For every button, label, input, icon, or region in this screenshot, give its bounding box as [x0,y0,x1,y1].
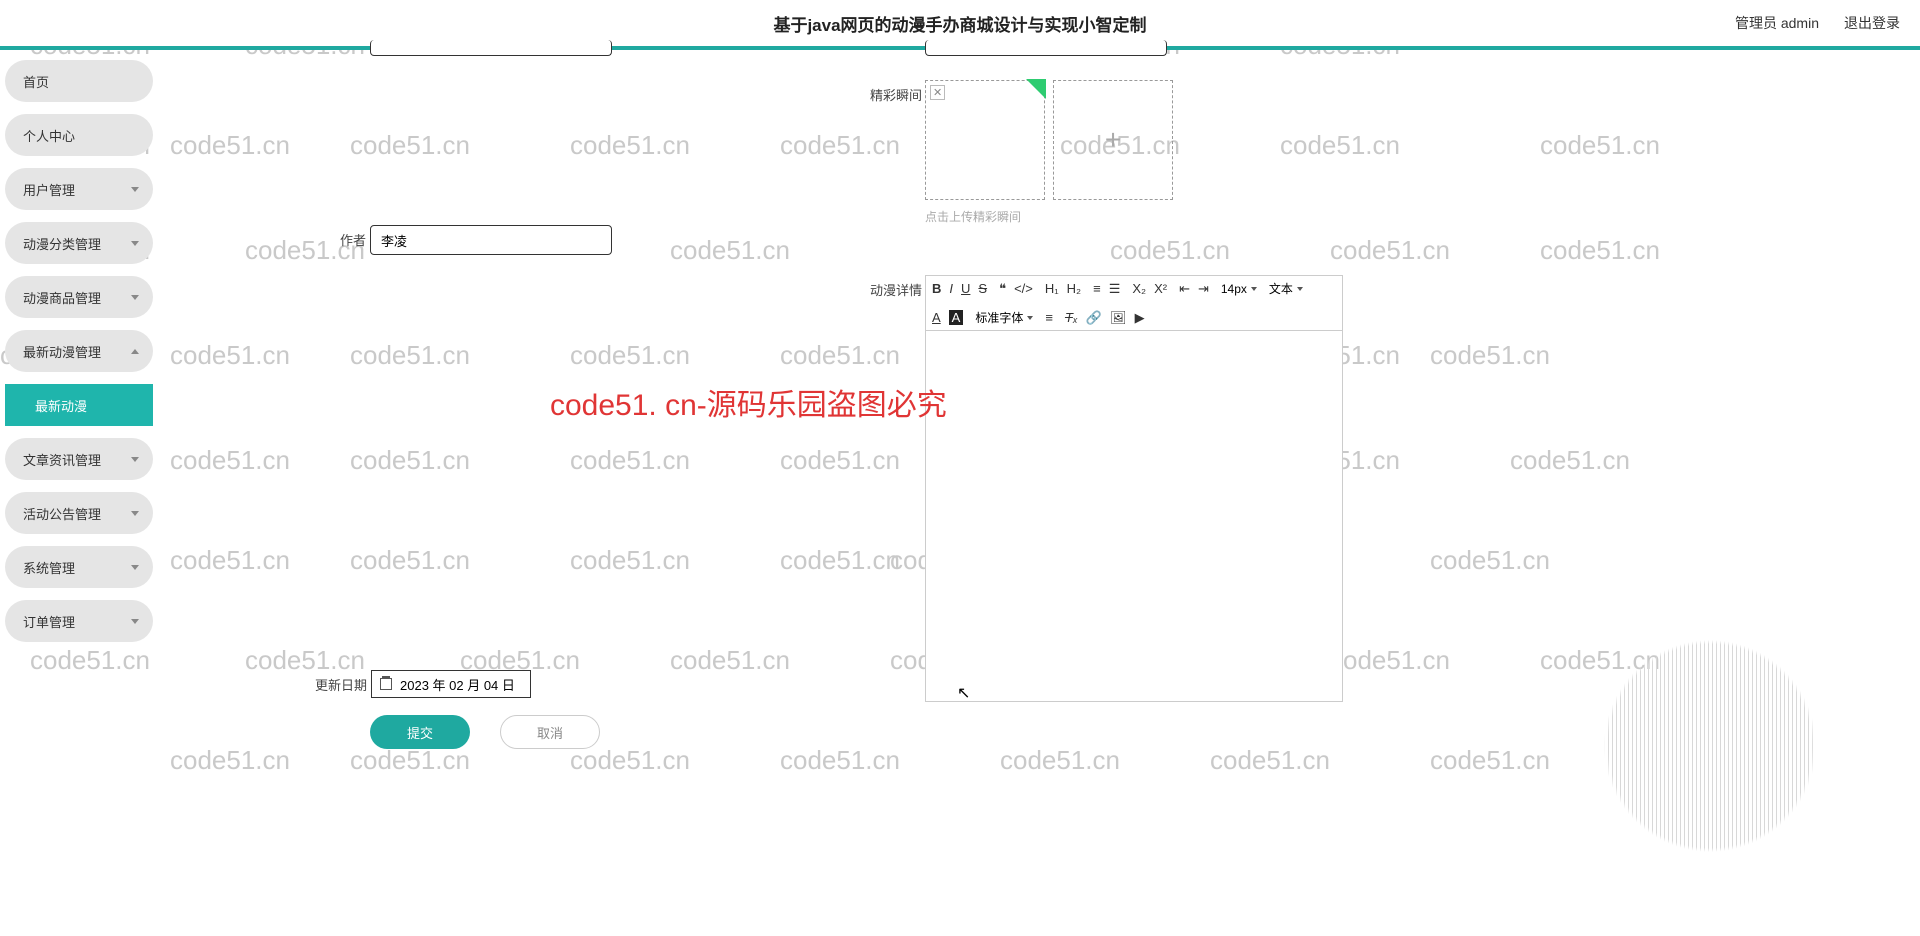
italic-icon[interactable]: I [949,281,953,296]
strike-icon[interactable]: S [978,281,987,296]
sidebar-item-label: 系统管理 [23,558,75,577]
sidebar-item-announcements[interactable]: 活动公告管理 [5,492,153,534]
h1-icon[interactable]: H₁ [1045,281,1059,296]
upload-hint-text: 点击上传精彩瞬间 [925,208,1173,225]
ordered-list-icon[interactable]: ≡ [1093,281,1101,296]
indent-left-icon[interactable]: ⇤ [1179,281,1190,297]
form-area: 精彩瞬间 ✕ + 点击上传精彩瞬间 作者 动漫详情 B I [160,50,1920,936]
watermark-red: code51. cn-源码乐园盗图必究 [550,380,947,424]
rich-text-editor: B I U S ❝ </> H₁ H₂ ≡ ☰ X₂ [925,275,1343,702]
sidebar-item-label: 动漫分类管理 [23,234,101,253]
chevron-down-icon [131,241,139,246]
sidebar-item-label: 首页 [23,72,49,91]
sidebar-item-articles[interactable]: 文章资讯管理 [5,438,153,480]
sidebar-item-label: 文章资讯管理 [23,450,101,469]
sidebar-item-products[interactable]: 动漫商品管理 [5,276,153,318]
sidebar-subitem-latest-anime[interactable]: 最新动漫 [5,384,153,426]
chevron-down-icon [131,187,139,192]
chevron-down-icon [131,565,139,570]
sidebar-item-label: 动漫商品管理 [23,288,101,307]
update-date-input[interactable]: 2023 年 02 月 04 日 [371,670,531,698]
chevron-down-icon [131,295,139,300]
chevron-up-icon [131,349,139,354]
top-partial-input[interactable] [370,40,612,56]
upload-add-button[interactable]: + [1053,80,1173,200]
sidebar-item-category[interactable]: 动漫分类管理 [5,222,153,264]
subscript-icon[interactable]: X₂ [1132,281,1146,296]
logout-link[interactable]: 退出登录 [1844,13,1900,33]
text-color-icon[interactable]: A [932,310,941,325]
indent-right-icon[interactable]: ⇥ [1198,281,1209,297]
page-title: 基于java网页的动漫手办商城设计与实现小智定制 [773,11,1146,36]
editor-toolbar: B I U S ❝ </> H₁ H₂ ≡ ☰ X₂ [926,276,1342,331]
chevron-down-icon [131,457,139,462]
sidebar-item-latest-anime[interactable]: 最新动漫管理 [5,330,153,372]
update-date-label: 更新日期 [315,675,367,694]
clear-format-icon[interactable]: Tₓ [1065,310,1078,325]
sidebar-item-label: 最新动漫管理 [23,342,101,361]
unordered-list-icon[interactable]: ☰ [1109,281,1121,297]
bold-icon[interactable]: B [932,281,941,296]
admin-label[interactable]: 管理员 admin [1735,13,1819,33]
align-icon[interactable]: ≡ [1045,310,1053,325]
update-date-value: 2023 年 02 月 04 日 [400,675,515,694]
font-size-select[interactable]: 14px [1221,282,1257,296]
bg-color-icon[interactable]: A [949,310,964,325]
text-style-select[interactable]: 文本 [1269,280,1303,297]
link-icon[interactable]: 🔗 [1086,310,1102,326]
details-label: 动漫详情 [870,275,920,299]
font-family-value: 标准字体 [975,309,1023,326]
text-style-value: 文本 [1269,280,1293,297]
font-size-value: 14px [1221,282,1247,296]
h2-icon[interactable]: H₂ [1067,281,1081,296]
uploaded-image-thumb[interactable]: ✕ [925,80,1045,200]
quote-icon[interactable]: ❝ [999,281,1006,297]
top-partial-input-2[interactable] [925,40,1167,56]
superscript-icon[interactable]: X² [1154,281,1167,296]
image-icon[interactable]: 🖼 [1110,310,1127,326]
chevron-down-icon [131,619,139,624]
broken-image-icon: ✕ [930,85,945,100]
sidebar-subitem-label: 最新动漫 [35,396,87,415]
calendar-icon [380,678,392,690]
sidebar-item-label: 活动公告管理 [23,504,101,523]
editor-content-area[interactable] [926,331,1342,701]
sidebar-item-label: 用户管理 [23,180,75,199]
author-label: 作者 [340,225,366,249]
code-icon[interactable]: </> [1014,281,1033,296]
upload-success-corner-icon [1026,79,1046,99]
moments-label: 精彩瞬间 [870,80,920,104]
watermark-text: code51.cn [30,645,150,676]
font-family-select[interactable]: 标准字体 [975,309,1033,326]
chevron-down-icon [131,511,139,516]
underline-icon[interactable]: U [961,281,970,296]
sidebar-item-profile[interactable]: 个人中心 [5,114,153,156]
sidebar-item-label: 个人中心 [23,126,75,145]
sidebar-item-users[interactable]: 用户管理 [5,168,153,210]
sidebar-item-home[interactable]: 首页 [5,60,153,102]
plus-icon: + [1105,124,1121,156]
author-input[interactable] [370,225,612,255]
sidebar-item-label: 订单管理 [23,612,75,631]
cancel-button[interactable]: 取消 [500,715,600,749]
sidebar-item-orders[interactable]: 订单管理 [5,600,153,642]
video-icon[interactable]: ▶ [1135,310,1145,326]
sidebar: 首页 个人中心 用户管理 动漫分类管理 动漫商品管理 最新动漫管理 最新动漫 文… [5,60,153,642]
submit-button[interactable]: 提交 [370,715,470,749]
sidebar-item-system[interactable]: 系统管理 [5,546,153,588]
